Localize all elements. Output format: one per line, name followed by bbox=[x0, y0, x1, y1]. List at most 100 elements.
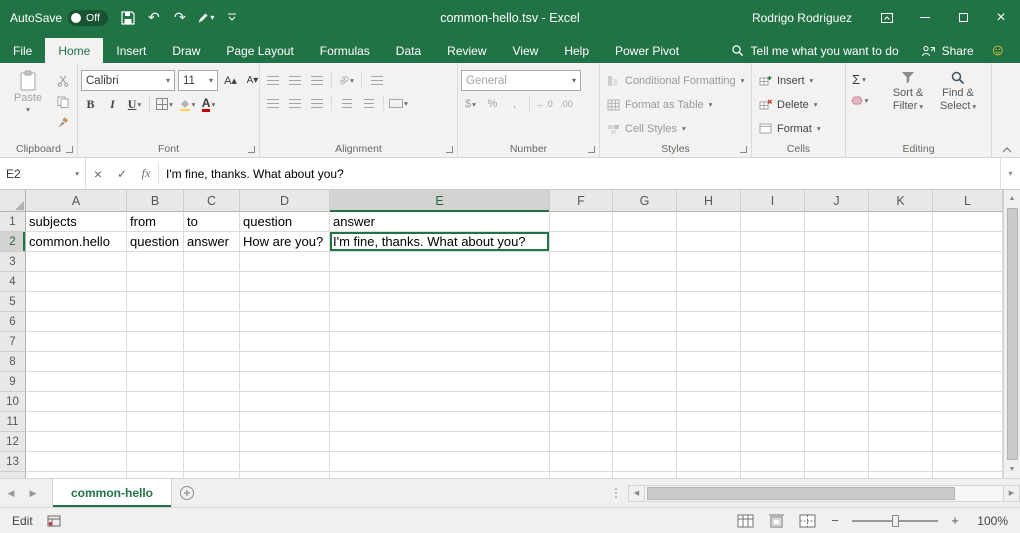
tab-file[interactable]: File bbox=[0, 38, 45, 63]
save-button[interactable] bbox=[116, 6, 140, 30]
cell-A11[interactable] bbox=[26, 412, 127, 432]
wrap-text-button[interactable] bbox=[367, 70, 386, 90]
column-header-E[interactable]: E bbox=[330, 190, 550, 212]
cell-G12[interactable] bbox=[613, 432, 677, 452]
increase-decimal-button[interactable]: ←.0 bbox=[535, 94, 554, 114]
paste-button[interactable]: Paste ▾ bbox=[3, 66, 53, 140]
row-header-3[interactable]: 3 bbox=[0, 252, 26, 272]
cell-F6[interactable] bbox=[550, 312, 613, 332]
cell-A2[interactable]: common.hello bbox=[26, 232, 127, 252]
cell-I5[interactable] bbox=[741, 292, 805, 312]
cell-A1[interactable]: subjects bbox=[26, 212, 127, 232]
insert-function-button[interactable]: fx bbox=[134, 158, 158, 189]
column-header-A[interactable]: A bbox=[26, 190, 127, 212]
cell-B9[interactable] bbox=[127, 372, 184, 392]
borders-button[interactable]: ▾ bbox=[155, 94, 174, 114]
collapse-ribbon-button[interactable] bbox=[1002, 147, 1012, 153]
cell-C1[interactable]: to bbox=[184, 212, 240, 232]
cell-B7[interactable] bbox=[127, 332, 184, 352]
macro-record-button[interactable] bbox=[43, 511, 65, 531]
pen-mode-button[interactable]: ▾ bbox=[194, 6, 218, 30]
cell-I2[interactable] bbox=[741, 232, 805, 252]
font-dialog-launcher[interactable] bbox=[248, 146, 255, 153]
cell-D1[interactable]: question bbox=[240, 212, 330, 232]
cell-E2[interactable]: I'm fine, thanks. What about you? bbox=[330, 232, 550, 252]
decrease-indent-button[interactable] bbox=[337, 93, 356, 113]
cell-G5[interactable] bbox=[613, 292, 677, 312]
cell-I10[interactable] bbox=[741, 392, 805, 412]
cell-J13[interactable] bbox=[805, 452, 869, 472]
sheet-tab-common-hello[interactable]: common-hello bbox=[52, 479, 172, 507]
cell-C13[interactable] bbox=[184, 452, 240, 472]
cell-H3[interactable] bbox=[677, 252, 741, 272]
tab-power-pivot[interactable]: Power Pivot bbox=[602, 38, 692, 63]
cell-B10[interactable] bbox=[127, 392, 184, 412]
cell-G7[interactable] bbox=[613, 332, 677, 352]
cell-G9[interactable] bbox=[613, 372, 677, 392]
cell-D3[interactable] bbox=[240, 252, 330, 272]
cell-E1[interactable]: answer bbox=[330, 212, 550, 232]
conditional-formatting-button[interactable]: Conditional Formatting ▾ bbox=[603, 70, 748, 91]
cell-D12[interactable] bbox=[240, 432, 330, 452]
cell-C4[interactable] bbox=[184, 272, 240, 292]
cell-C9[interactable] bbox=[184, 372, 240, 392]
row-header-7[interactable]: 7 bbox=[0, 332, 26, 352]
format-painter-button[interactable] bbox=[53, 114, 73, 132]
align-top-button[interactable] bbox=[263, 70, 282, 90]
cell-I7[interactable] bbox=[741, 332, 805, 352]
cell-H10[interactable] bbox=[677, 392, 741, 412]
align-left-button[interactable] bbox=[263, 93, 282, 113]
format-cells-button[interactable]: Format ▾ bbox=[755, 118, 825, 139]
number-format-combobox[interactable]: General▾ bbox=[461, 70, 581, 91]
cell-H12[interactable] bbox=[677, 432, 741, 452]
cell-A13[interactable] bbox=[26, 452, 127, 472]
cell-C11[interactable] bbox=[184, 412, 240, 432]
cell-J8[interactable] bbox=[805, 352, 869, 372]
cell-H4[interactable] bbox=[677, 272, 741, 292]
cell-F5[interactable] bbox=[550, 292, 613, 312]
cell-B12[interactable] bbox=[127, 432, 184, 452]
font-name-combobox[interactable]: Calibri▾ bbox=[81, 70, 175, 91]
cell-J11[interactable] bbox=[805, 412, 869, 432]
insert-cells-button[interactable]: Insert ▾ bbox=[755, 70, 825, 91]
zoom-level[interactable]: 100% bbox=[972, 514, 1008, 528]
fill-color-button[interactable]: ▾ bbox=[177, 94, 196, 114]
cell-E6[interactable] bbox=[330, 312, 550, 332]
cell-E9[interactable] bbox=[330, 372, 550, 392]
find-select-button[interactable]: Find & Select▾ bbox=[933, 66, 983, 140]
cell-B8[interactable] bbox=[127, 352, 184, 372]
cell-B5[interactable] bbox=[127, 292, 184, 312]
cell-J9[interactable] bbox=[805, 372, 869, 392]
ribbon-display-options-button[interactable] bbox=[868, 0, 906, 35]
previous-sheet-button[interactable]: ◀ bbox=[0, 479, 22, 507]
cell-E4[interactable] bbox=[330, 272, 550, 292]
tab-view[interactable]: View bbox=[500, 38, 552, 63]
row-header-9[interactable]: 9 bbox=[0, 372, 26, 392]
cell-B3[interactable] bbox=[127, 252, 184, 272]
row-header-2[interactable]: 2 bbox=[0, 232, 26, 252]
column-header-F[interactable]: F bbox=[550, 190, 613, 212]
cell-D6[interactable] bbox=[240, 312, 330, 332]
cell-J6[interactable] bbox=[805, 312, 869, 332]
row-header-10[interactable]: 10 bbox=[0, 392, 26, 412]
cell-J5[interactable] bbox=[805, 292, 869, 312]
row-header-11[interactable]: 11 bbox=[0, 412, 26, 432]
merge-center-button[interactable]: ▾ bbox=[389, 93, 408, 113]
cell-F9[interactable] bbox=[550, 372, 613, 392]
cell-H11[interactable] bbox=[677, 412, 741, 432]
cell-A6[interactable] bbox=[26, 312, 127, 332]
cell-H2[interactable] bbox=[677, 232, 741, 252]
vertical-scrollbar[interactable]: ▲ ▼ bbox=[1003, 190, 1020, 478]
cell-J2[interactable] bbox=[805, 232, 869, 252]
cell-G3[interactable] bbox=[613, 252, 677, 272]
cell-F10[interactable] bbox=[550, 392, 613, 412]
close-button[interactable]: × bbox=[982, 0, 1020, 35]
cell-F3[interactable] bbox=[550, 252, 613, 272]
cell-C6[interactable] bbox=[184, 312, 240, 332]
align-bottom-button[interactable] bbox=[307, 70, 326, 90]
cell-H1[interactable] bbox=[677, 212, 741, 232]
user-name[interactable]: Rodrigo Rodriguez bbox=[752, 11, 852, 25]
scroll-left-button[interactable]: ◀ bbox=[628, 485, 645, 502]
cell-A5[interactable] bbox=[26, 292, 127, 312]
column-header-B[interactable]: B bbox=[127, 190, 184, 212]
